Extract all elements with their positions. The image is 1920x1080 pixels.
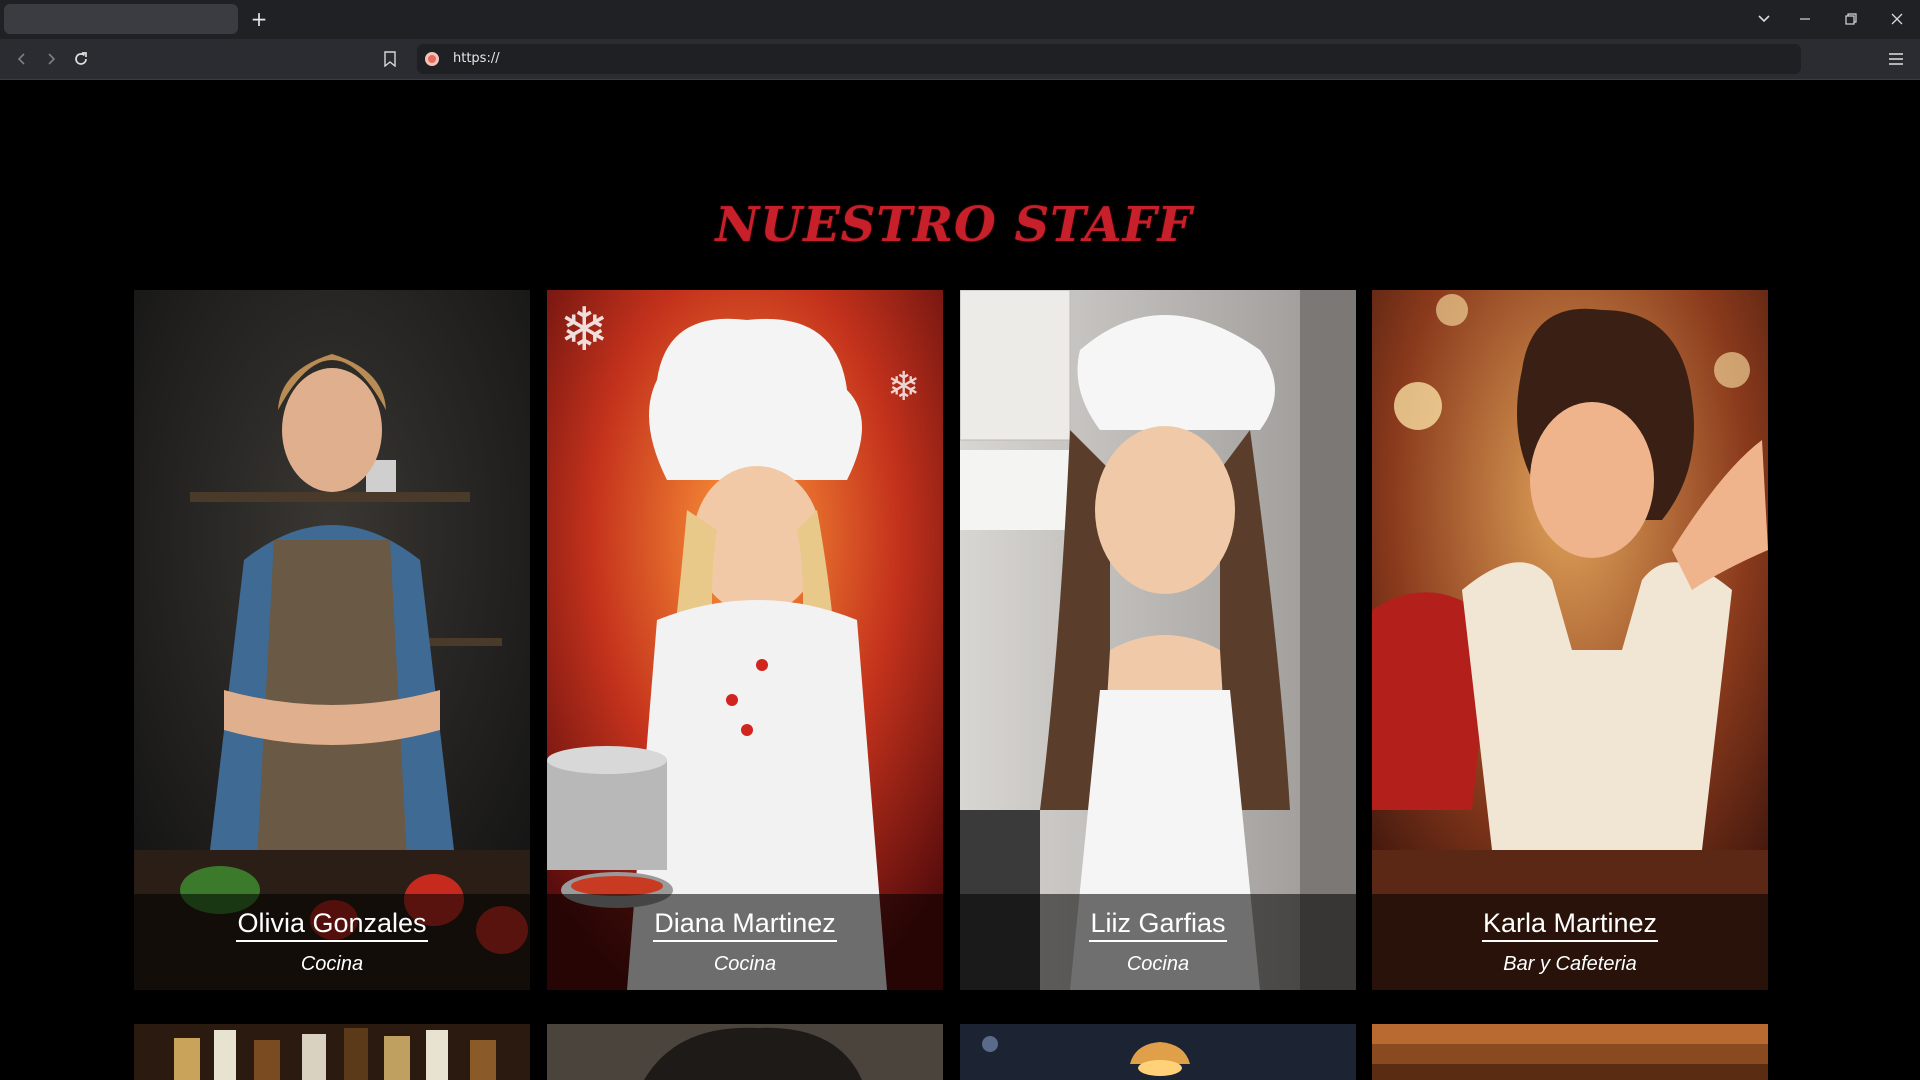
staff-card[interactable]: Olivia Gonzales Cocina <box>134 290 530 990</box>
restore-button[interactable] <box>1837 6 1865 32</box>
restore-icon <box>1845 13 1857 25</box>
staff-caption: Diana Martinez Cocina <box>547 894 943 990</box>
staff-photo <box>1372 290 1768 990</box>
url-text[interactable]: https:// <box>453 50 500 68</box>
staff-name-link[interactable]: Liiz Garfias <box>1089 906 1227 942</box>
staff-role: Cocina <box>1126 953 1190 975</box>
forward-button[interactable] <box>39 47 63 71</box>
hamburger-menu-icon <box>1889 53 1903 65</box>
tab-list-button[interactable] <box>1750 6 1778 32</box>
staff-photo <box>547 1024 943 1080</box>
page-content: NUESTRO STAFF Olivia Gonzales Cocina ❄ ❄… <box>0 81 1920 1080</box>
staff-card[interactable]: Liiz Garfias Cocina <box>960 290 1356 990</box>
site-security-icon <box>425 52 439 66</box>
back-arrow-icon <box>17 53 25 65</box>
staff-photo <box>960 1024 1356 1080</box>
staff-role: Bar y Cafeteria <box>1503 953 1637 975</box>
staff-card-partial[interactable] <box>547 1024 943 1080</box>
minimize-icon <box>1800 18 1810 20</box>
svg-text:❄: ❄ <box>887 364 921 410</box>
staff-name-link[interactable]: Karla Martinez <box>1481 906 1659 942</box>
staff-name-link[interactable]: Diana Martinez <box>653 906 837 942</box>
reload-icon <box>75 52 87 65</box>
staff-photo <box>1372 1024 1768 1080</box>
staff-card-partial[interactable] <box>960 1024 1356 1080</box>
reload-button[interactable] <box>69 47 93 71</box>
staff-photo <box>960 290 1356 990</box>
browser-tab-bar: + <box>0 0 1920 39</box>
bookmark-icon <box>384 51 396 68</box>
staff-card-partial[interactable] <box>1372 1024 1768 1080</box>
browser-tab[interactable] <box>4 4 238 34</box>
staff-caption: Karla Martinez Bar y Cafeteria <box>1372 894 1768 990</box>
staff-role: Cocina <box>713 953 777 975</box>
staff-photo: ❄ ❄ <box>547 290 943 990</box>
staff-card[interactable]: ❄ ❄ Diana Martinez Cocina <box>547 290 943 990</box>
new-tab-button[interactable]: + <box>248 6 270 32</box>
minimize-button[interactable] <box>1791 6 1819 32</box>
section-title: NUESTRO STAFF <box>715 197 1193 253</box>
staff-photo <box>134 1024 530 1080</box>
back-button[interactable] <box>10 47 34 71</box>
browser-toolbar: https:// <box>0 39 1920 80</box>
staff-card[interactable]: Karla Martinez Bar y Cafeteria <box>1372 290 1768 990</box>
staff-caption: Liiz Garfias Cocina <box>960 894 1356 990</box>
address-bar[interactable]: https:// <box>417 44 1801 74</box>
browser-menu-button[interactable] <box>1884 47 1908 71</box>
staff-role: Cocina <box>300 953 364 975</box>
bookmark-button[interactable] <box>383 47 403 71</box>
staff-caption: Olivia Gonzales Cocina <box>134 894 530 990</box>
svg-text:❄: ❄ <box>559 295 609 365</box>
staff-name-link[interactable]: Olivia Gonzales <box>236 906 428 942</box>
close-icon <box>1891 13 1903 25</box>
forward-arrow-icon <box>48 53 56 65</box>
chevron-down-icon <box>1758 15 1770 23</box>
close-window-button[interactable] <box>1883 6 1911 32</box>
staff-photo <box>134 290 530 990</box>
staff-card-partial[interactable] <box>134 1024 530 1080</box>
